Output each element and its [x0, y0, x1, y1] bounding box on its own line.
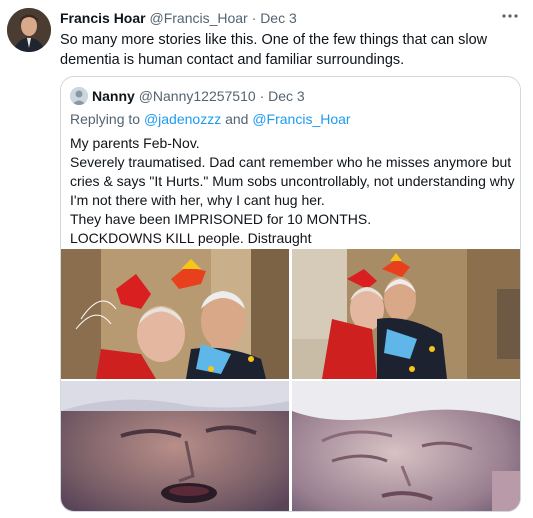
- media-grid: [61, 249, 520, 511]
- tweet-date[interactable]: Dec 3: [260, 10, 297, 26]
- reply-user-1[interactable]: @jadenozzz: [144, 111, 221, 127]
- replying-to: Replying to @jadenozzz and @Francis_Hoar: [70, 110, 351, 128]
- tweet-text: So many more stories like this. One of t…: [60, 32, 488, 68]
- quoted-line: They have been IMPRISONED for 10 MONTHS.: [70, 211, 372, 227]
- quoted-header: Nanny @Nanny12257510 · Dec 3: [92, 87, 305, 105]
- tweet-header: Francis Hoar @Francis_Hoar · Dec 3: [60, 9, 493, 27]
- quoted-text: My parents Feb-Nov. Severely traumatised…: [70, 134, 515, 248]
- quoted-tweet[interactable]: Nanny @Nanny12257510 · Dec 3 Replying to…: [60, 76, 521, 512]
- reply-user-2[interactable]: @Francis_Hoar: [252, 111, 350, 127]
- photo-2[interactable]: [292, 249, 520, 379]
- more-horizontal-icon[interactable]: [501, 8, 519, 24]
- quoted-line: Severely traumatised. Dad cant remember …: [70, 154, 512, 170]
- quoted-line: cries & says "It Hurts." Mum sobs uncont…: [70, 173, 515, 189]
- header-separator: ·: [251, 10, 257, 26]
- quoted-author-handle[interactable]: @Nanny12257510: [139, 88, 256, 104]
- quoted-separator: ·: [259, 88, 265, 104]
- photo-4[interactable]: [292, 381, 520, 511]
- quoted-date[interactable]: Dec 3: [268, 88, 305, 104]
- quoted-line: LOCKDOWNS KILL people. Distraught: [70, 230, 312, 246]
- author-name[interactable]: Francis Hoar: [60, 10, 146, 26]
- reply-prefix: Replying to: [70, 111, 141, 127]
- photo-3[interactable]: [61, 381, 289, 511]
- tweet[interactable]: Francis Hoar @Francis_Hoar · Dec 3 So ma…: [0, 0, 533, 518]
- photo-1[interactable]: [61, 249, 289, 379]
- quoted-author-avatar[interactable]: [70, 87, 88, 105]
- author-avatar[interactable]: [7, 8, 51, 52]
- author-handle[interactable]: @Francis_Hoar: [149, 10, 247, 26]
- quoted-line: My parents Feb-Nov.: [70, 135, 200, 151]
- quoted-line: I'm not there with her, why I cant hug h…: [70, 192, 325, 208]
- reply-and: and: [225, 111, 249, 127]
- quoted-author-name[interactable]: Nanny: [92, 88, 135, 104]
